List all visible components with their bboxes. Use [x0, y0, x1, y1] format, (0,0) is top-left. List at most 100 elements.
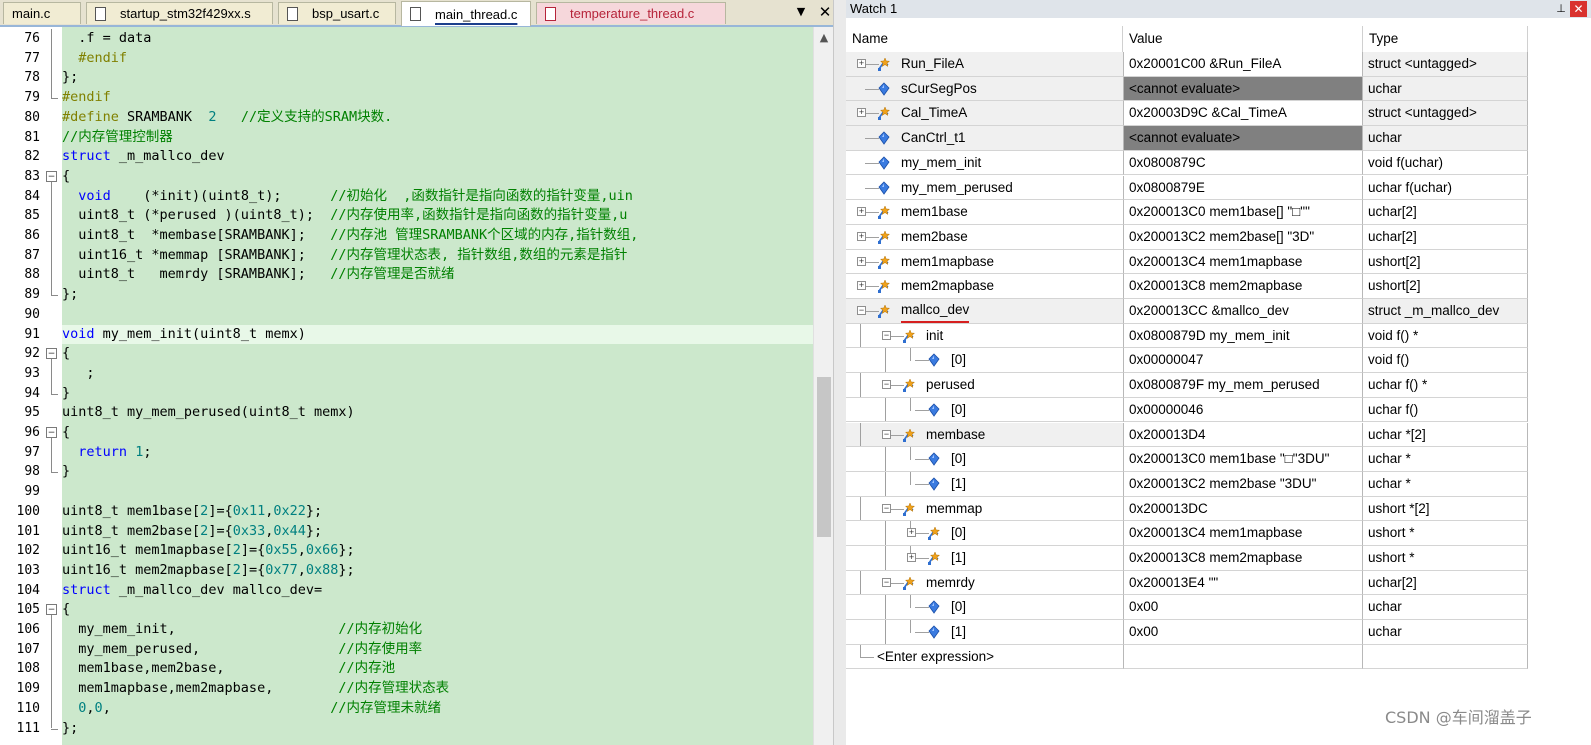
code-line[interactable]: [62, 305, 813, 325]
code-line[interactable]: uint8_t memrdy [SRAMBANK]; //内存管理是否就绪: [62, 265, 813, 285]
code-line[interactable]: struct _m_mallco_dev: [62, 147, 813, 167]
watch-row[interactable]: [0] 0x00 uchar: [846, 595, 1528, 621]
expand-icon[interactable]: +: [857, 281, 866, 291]
code-line[interactable]: ;: [62, 364, 813, 384]
code-line[interactable]: my_mem_perused, //内存使用率: [62, 640, 813, 660]
watch-row[interactable]: − membase 0x200013D4 uchar *[2]: [846, 422, 1528, 448]
tab-main-c[interactable]: main.c: [3, 2, 81, 24]
watch-row[interactable]: [0] 0x200013C0 mem1base "□"3DU" uchar *: [846, 447, 1528, 472]
code-line[interactable]: return 1;: [62, 443, 813, 463]
watch-row[interactable]: [0] 0x00000047 void f(): [846, 348, 1528, 374]
watch-value-cell[interactable]: <cannot evaluate>: [1123, 126, 1363, 151]
watch-row[interactable]: − mallco_dev 0x200013CC &mallco_dev struct …: [846, 299, 1528, 324]
watch-row[interactable]: + mem1mapbase 0x200013C4 mem1mapbase ushort…: [846, 249, 1528, 275]
collapse-icon[interactable]: −: [882, 429, 891, 439]
watch-value-cell[interactable]: 0x200013D4: [1123, 422, 1363, 448]
watch-value-cell[interactable]: 0x200013DC: [1123, 496, 1363, 522]
code-line[interactable]: #define SRAMBANK 2 //定义支持的SRAM块数.: [62, 108, 813, 128]
code-line[interactable]: void my_mem_init(uint8_t memx): [62, 324, 813, 345]
fold-collapse-icon[interactable]: −: [46, 604, 57, 616]
code-line[interactable]: uint8_t my_mem_perused(uint8_t memx): [62, 403, 813, 423]
fold-collapse-icon[interactable]: −: [46, 427, 57, 438]
watch-value-cell[interactable]: 0x0800879E: [1123, 175, 1363, 201]
code-line[interactable]: uint8_t mem2base[2]={0x33,0x44};: [62, 522, 813, 542]
watch-row[interactable]: + Run_FileA 0x20001C00 &Run_FileA struct <u…: [846, 52, 1528, 77]
watch-row[interactable]: + Cal_TimeA 0x20003D9C &Cal_TimeA struct <u…: [846, 101, 1528, 127]
vertical-scrollbar[interactable]: ▲: [813, 27, 834, 745]
tab-startup-stm32f429xx-s[interactable]: startup_stm32f429xx.s: [86, 2, 273, 24]
collapse-icon[interactable]: −: [882, 577, 891, 587]
watch-row[interactable]: [1] 0x00 uchar: [846, 620, 1528, 645]
watch-row[interactable]: my_mem_init 0x0800879C void f(uchar): [846, 150, 1528, 176]
watch-value-cell[interactable]: 0x200013C0 mem1base "□"3DU": [1123, 447, 1363, 472]
watch-value-cell[interactable]: 0x200013CC &mallco_dev: [1123, 299, 1363, 324]
watch-row[interactable]: my_mem_perused 0x0800879E uchar f(uchar): [846, 175, 1528, 201]
code-line[interactable]: void (*init)(uint8_t); //初始化 ,函数指针是指向函数的…: [62, 187, 813, 207]
code-line[interactable]: [62, 482, 813, 502]
pin-icon[interactable]: ⊥: [1554, 0, 1568, 18]
code-line[interactable]: struct _m_mallco_dev mallco_dev=: [62, 581, 813, 601]
watch-value-cell[interactable]: 0x200013C4 mem1mapbase: [1123, 521, 1363, 546]
code-line[interactable]: uint8_t mem1base[2]={0x11,0x22};: [62, 502, 813, 522]
code-line[interactable]: //内存管理控制器: [62, 128, 813, 148]
column-header-value[interactable]: Value: [1123, 26, 1363, 52]
code-line[interactable]: {: [62, 167, 813, 187]
code-line[interactable]: }: [62, 384, 813, 404]
pane-splitter[interactable]: [833, 0, 847, 745]
watch-value-cell[interactable]: 0x0800879D my_mem_init: [1123, 323, 1363, 349]
watch-row[interactable]: + [0] 0x200013C4 mem1mapbase ushort *: [846, 521, 1528, 546]
watch-value-cell[interactable]: 0x20003D9C &Cal_TimeA: [1123, 101, 1363, 127]
watch-value-cell[interactable]: 0x200013C8 mem2mapbase: [1123, 546, 1363, 571]
expand-icon[interactable]: +: [857, 207, 866, 217]
tab-temperature-thread-c[interactable]: temperature_thread.c: [536, 2, 726, 24]
watch-value-cell[interactable]: <cannot evaluate>: [1123, 76, 1363, 102]
watch-row[interactable]: + mem2mapbase 0x200013C8 mem2mapbase ushort…: [846, 274, 1528, 299]
watch-value-cell[interactable]: 0x200013C8 mem2mapbase: [1123, 274, 1363, 299]
column-header-name[interactable]: Name: [846, 26, 1123, 52]
scrollbar-thumb[interactable]: [817, 377, 831, 537]
tab-bsp-usart-c[interactable]: bsp_usart.c: [278, 2, 396, 24]
watch-value-cell[interactable]: 0x20001C00 &Run_FileA: [1123, 52, 1363, 77]
code-line[interactable]: {: [62, 600, 813, 620]
code-line[interactable]: };: [62, 68, 813, 88]
expand-icon[interactable]: +: [907, 528, 916, 538]
code-line[interactable]: mem1mapbase,mem2mapbase, //内存管理状态表: [62, 679, 813, 699]
watch-row[interactable]: sCurSegPos <cannot evaluate> uchar: [846, 76, 1528, 102]
watch-value-cell[interactable]: 0x200013C2 mem2base[] "3D": [1123, 224, 1363, 250]
watch-row[interactable]: − init 0x0800879D my_mem_init void f() *: [846, 323, 1528, 349]
fold-collapse-icon[interactable]: −: [46, 348, 57, 360]
watch-row[interactable]: [0] 0x00000046 uchar f(): [846, 397, 1528, 423]
code-line[interactable]: uint8_t (*perused )(uint8_t); //内存使用率,函数…: [62, 206, 813, 226]
watch-row[interactable]: CanCtrl_t1 <cannot evaluate> uchar: [846, 126, 1528, 151]
watch-row[interactable]: − memrdy 0x200013E4 "" uchar[2]: [846, 570, 1528, 596]
code-line[interactable]: .f = data: [62, 29, 813, 49]
code-line[interactable]: mem1base,mem2base, //内存池: [62, 659, 813, 679]
watch-value-cell[interactable]: 0x00000047: [1123, 348, 1363, 374]
collapse-icon[interactable]: −: [882, 330, 891, 340]
close-tab-icon[interactable]: ✕: [816, 2, 834, 22]
watch-row[interactable]: [1] 0x200013C2 mem2base "3DU" uchar *: [846, 471, 1528, 497]
expand-icon[interactable]: +: [857, 59, 866, 68]
column-header-type[interactable]: Type: [1363, 26, 1528, 52]
watch-row[interactable]: − memmap 0x200013DC ushort *[2]: [846, 496, 1528, 522]
watch-value-cell[interactable]: 0x0800879F my_mem_perused: [1123, 373, 1363, 398]
tab-main-thread-c[interactable]: main_thread.c: [401, 1, 531, 26]
code-text-area[interactable]: .f = data #endif}; #endif #define SRAMBANK…: [62, 27, 813, 745]
code-line[interactable]: {: [62, 423, 813, 443]
collapse-icon[interactable]: −: [882, 503, 891, 513]
expand-icon[interactable]: +: [857, 108, 866, 118]
code-line[interactable]: uint8_t *membase[SRAMBANK]; //内存池 管理SRAM…: [62, 226, 813, 246]
watch-value-cell[interactable]: 0x00000046: [1123, 397, 1363, 423]
watch-value-cell[interactable]: 0x00: [1123, 620, 1363, 645]
tab-list-dropdown-icon[interactable]: ▼: [794, 3, 808, 21]
code-line[interactable]: #endif: [62, 88, 813, 108]
scroll-up-icon[interactable]: ▲: [814, 31, 834, 47]
watch-row[interactable]: + mem1base 0x200013C0 mem1base[] "□"" uchar…: [846, 200, 1528, 225]
fold-collapse-icon[interactable]: −: [46, 170, 57, 182]
code-line[interactable]: uint16_t *memmap [SRAMBANK]; //内存管理状态表, …: [62, 246, 813, 266]
expand-icon[interactable]: +: [907, 553, 916, 562]
close-watch-icon[interactable]: ✕: [1570, 1, 1587, 17]
code-line[interactable]: uint16_t mem2mapbase[2]={0x77,0x88};: [62, 561, 813, 581]
expand-icon[interactable]: +: [857, 256, 866, 266]
watch-value-cell[interactable]: 0x200013C2 mem2base "3DU": [1123, 471, 1363, 497]
